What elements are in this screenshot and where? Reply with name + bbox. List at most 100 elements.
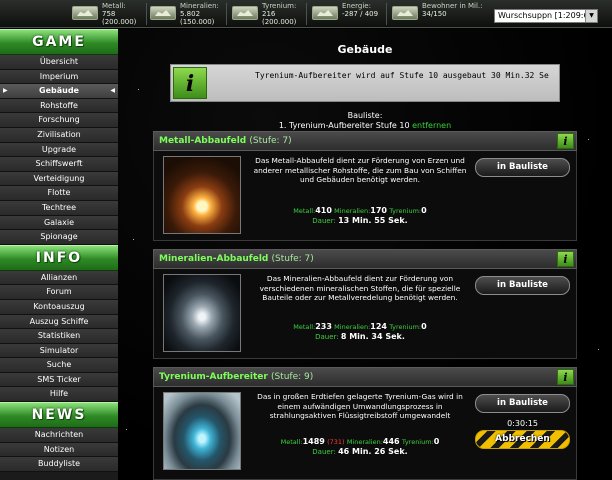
building-level: (Stufe: 7) [249,136,292,146]
building-body: Das in großen Erdtiefen gelagerte Tyreni… [153,387,577,480]
building-image [163,274,241,352]
cancel-build-button[interactable]: Abbrechen [475,430,570,449]
star [588,139,589,140]
bauliste-entry: 1. Tyrenium-Aufbereiter Stufe 10 entfern… [118,121,612,130]
nav-item-suche[interactable]: Suche [0,358,118,373]
nav-item-auszug-schiffe[interactable]: Auszug Schiffe [0,314,118,330]
resource-value: 216 [262,10,276,18]
resource-population: Bewohner in Mil.: 34/150 [390,0,490,28]
nav-item-notizen[interactable]: Notizen [0,442,118,458]
nav-item-schiffswerft[interactable]: Schiffswerft [0,157,118,172]
building-body: Das Mineralien-Abbaufeld dient zur Förde… [153,269,577,359]
cost-tyrenium: 0 [421,322,427,331]
divider [306,3,307,25]
nav-item-buddyliste[interactable]: Buddyliste [0,457,118,472]
building-name[interactable]: Metall-Abbaufeld (Stufe: 7) [159,136,292,146]
resource-bar: Metall: 758 (200.000) Mineralien: 5.802 … [0,0,612,28]
cost-label: Metall: [293,323,316,331]
add-to-bauliste-button[interactable]: in Bauliste [475,158,570,177]
resource-value: -287 / 409 [342,10,379,18]
chevron-down-icon[interactable]: ▼ [585,10,597,22]
divider [146,3,147,25]
nav-item-statistiken[interactable]: Statistiken [0,329,118,344]
section-header-news: NEWS [0,402,118,429]
nav-item-galaxie[interactable]: Galaxie [0,215,118,231]
cost-label: Mineralien: [334,323,371,331]
nav-item-rohstoffe[interactable]: Rohstoffe [0,98,118,114]
building-description: Das Mineralien-Abbaufeld dient zur Förde… [259,274,461,303]
nav-item-hilfe[interactable]: Hilfe [0,387,118,403]
main-content: Gebäude i Tyrenium-Aufbereiter wird auf … [118,29,612,480]
resource-capacity: (200.000) [102,18,137,26]
sidebar: GAME Übersicht Imperium Gebäude Rohstoff… [0,29,118,480]
add-to-bauliste-button[interactable]: in Bauliste [475,394,570,413]
nav-item-kontoauszug[interactable]: Kontoauszug [0,299,118,315]
planet-select-value: Wurschsuppn [1:209:6] [498,11,592,20]
star [598,349,599,350]
info-icon[interactable]: i [557,133,574,149]
building-name[interactable]: Mineralien-Abbaufeld (Stufe: 7) [159,254,314,264]
building-image [163,156,241,234]
building-title[interactable]: Tyrenium-Aufbereiter [159,372,268,382]
building-header: Tyrenium-Aufbereiter (Stufe: 9) i [153,367,577,387]
cost-metal: 1489 [302,437,325,446]
duration-value: 46 Min. 26 Sek. [338,447,408,456]
building-card-metall: Metall-Abbaufeld (Stufe: 7) i Das Metall… [153,131,577,241]
duration-label: Dauer: [312,217,336,225]
building-title[interactable]: Mineralien-Abbaufeld [159,254,268,264]
building-description: Das Metall-Abbaufeld dient zur Förderung… [253,156,467,185]
remove-link[interactable]: entfernen [412,121,451,130]
resource-value: 758 [102,10,116,18]
nav-item-forschung[interactable]: Forschung [0,113,118,128]
info-icon[interactable]: i [557,251,574,267]
add-to-bauliste-button[interactable]: in Bauliste [475,276,570,295]
resource-label: Bewohner in Mil.: [422,2,483,10]
nav-item-flotte[interactable]: Flotte [0,186,118,201]
resource-value: 34/150 [422,10,447,18]
building-body: Das Metall-Abbaufeld dient zur Förderung… [153,151,577,241]
nav-item-zivilisation[interactable]: Zivilisation [0,127,118,143]
cost-tyrenium: 0 [433,437,440,446]
duration-label: Dauer: [315,333,339,341]
nav-item-uebersicht[interactable]: Übersicht [0,55,118,70]
building-duration: Dauer: 46 Min. 26 Sek. [250,447,470,456]
build-timer: 0:30:15 [507,419,538,428]
building-header: Metall-Abbaufeld (Stufe: 7) i [153,131,577,151]
duration-label: Dauer: [312,448,336,456]
nav-item-verteidigung[interactable]: Verteidigung [0,171,118,187]
cost-tyrenium: 0 [421,206,427,215]
cost-metal: 410 [315,206,332,215]
planet-select[interactable]: Wurschsuppn [1:209:6] ▼ [494,9,598,23]
resource-minerals: Mineralien: 5.802 (150.000) [148,0,226,28]
star [126,429,127,430]
section-header-info: INFO [0,244,118,271]
nav-item-gebaeude[interactable]: Gebäude [0,84,118,99]
building-card-tyrenium: Tyrenium-Aufbereiter (Stufe: 9) i Das in… [153,367,577,480]
divider [226,3,227,25]
nav-item-allianzen[interactable]: Allianzen [0,270,118,286]
nav-item-imperium[interactable]: Imperium [0,69,118,85]
divider [386,3,387,25]
energy-icon [312,6,338,20]
nav-item-upgrade[interactable]: Upgrade [0,142,118,158]
resource-label: Metall: [102,2,126,10]
resource-capacity: (200.000) [262,18,297,26]
nav-item-nachrichten[interactable]: Nachrichten [0,428,118,443]
nav-item-spionage[interactable]: Spionage [0,230,118,245]
cost-minerals: 170 [370,206,387,215]
metal-icon [72,6,98,20]
building-level: (Stufe: 7) [271,254,314,264]
section-header-game: GAME [0,29,118,55]
nav-item-sms-ticker[interactable]: SMS Ticker [0,372,118,388]
building-title[interactable]: Metall-Abbaufeld [159,136,246,146]
resource-energy: Energie: -287 / 409 [310,0,386,28]
nav-item-techtree[interactable]: Techtree [0,200,118,216]
nav-item-forum[interactable]: Forum [0,285,118,300]
nav-item-simulator[interactable]: Simulator [0,343,118,359]
building-level: (Stufe: 9) [270,372,314,382]
building-costs: Metall:1489 (731) Mineralien:446 Tyreniu… [250,437,470,446]
info-icon[interactable]: i [557,369,574,385]
building-header: Mineralien-Abbaufeld (Stufe: 7) i [153,249,577,269]
building-name[interactable]: Tyrenium-Aufbereiter (Stufe: 9) [159,372,313,382]
cost-minerals: 446 [382,437,400,446]
